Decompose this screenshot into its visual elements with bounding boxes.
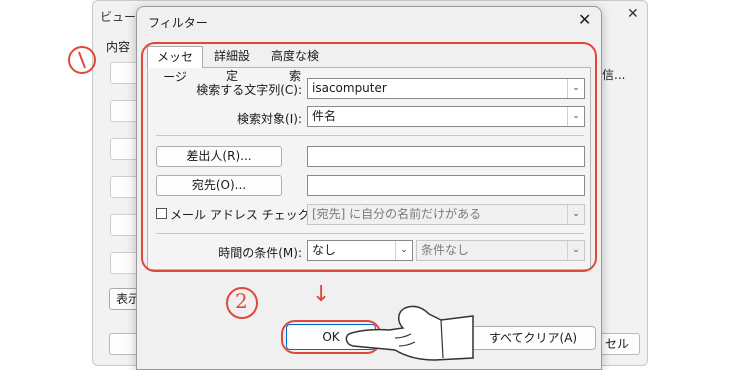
- annotation-step2: 2: [224, 285, 260, 321]
- arrow-down-icon: ↓: [312, 282, 331, 307]
- pointing-hand-icon: [345, 305, 474, 361]
- background-button[interactable]: [110, 138, 138, 160]
- background-button[interactable]: [110, 100, 138, 122]
- background-right-text: 信...: [602, 68, 626, 82]
- circle-icon: [68, 46, 96, 74]
- background-button[interactable]: [110, 176, 138, 198]
- annotation-outline-panel: [141, 42, 597, 272]
- clear-all-button[interactable]: すべてクリア(A): [470, 326, 596, 350]
- background-button[interactable]: [110, 62, 138, 84]
- background-button[interactable]: [110, 252, 138, 274]
- annotation-step1: [66, 44, 98, 76]
- filter-dialog-title: フィルター: [148, 16, 208, 30]
- background-button[interactable]: [110, 214, 138, 236]
- annotation-step2-number: 2: [235, 289, 248, 313]
- content-label: 内容: [106, 40, 131, 54]
- close-icon[interactable]: ✕: [578, 10, 591, 29]
- background-close-icon[interactable]: ✕: [627, 6, 639, 22]
